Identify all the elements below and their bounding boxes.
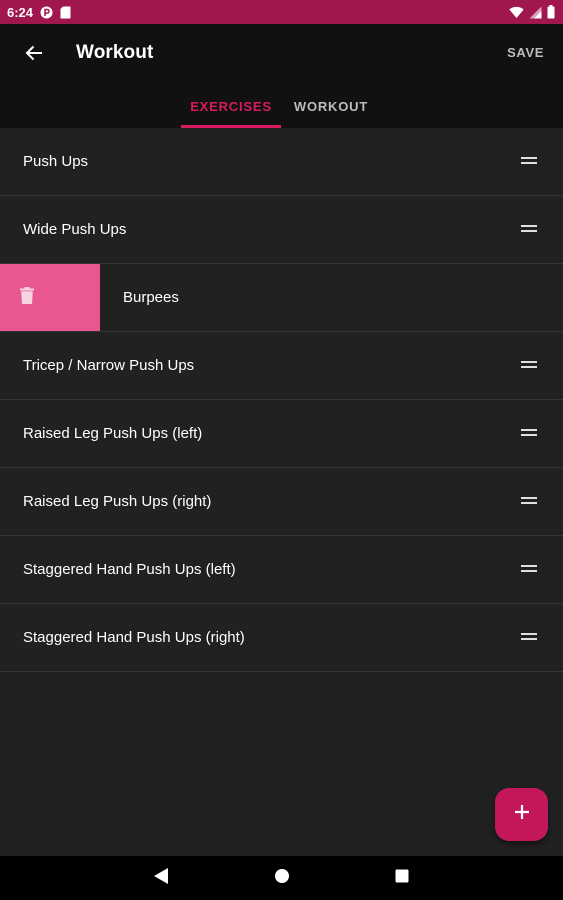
- p-app-icon: [40, 6, 53, 19]
- home-circle-icon: [274, 868, 290, 889]
- wifi-icon: [509, 6, 524, 19]
- add-exercise-button[interactable]: [495, 788, 548, 841]
- drag-handle-icon[interactable]: [521, 429, 537, 437]
- tab-workout[interactable]: WORKOUT: [283, 84, 379, 128]
- status-bar: 6:24: [0, 0, 563, 24]
- list-item-label: Wide Push Ups: [23, 221, 127, 238]
- list-item-label: Push Ups: [23, 153, 89, 170]
- drag-handle-icon[interactable]: [521, 157, 537, 165]
- plus-icon: [514, 804, 530, 825]
- delete-action[interactable]: [0, 264, 100, 331]
- nav-recents-button[interactable]: [390, 866, 414, 890]
- list-item[interactable]: Staggered Hand Push Ups (left): [0, 536, 563, 604]
- list-item-label: Staggered Hand Push Ups (right): [23, 629, 245, 646]
- list-item[interactable]: Raised Leg Push Ups (right): [0, 468, 563, 536]
- nav-home-button[interactable]: [270, 866, 294, 890]
- exercise-list: Push Ups Wide Push Ups Burpees Tricep / …: [0, 128, 563, 672]
- list-item[interactable]: Wide Push Ups: [0, 196, 563, 264]
- signal-icon: [529, 6, 542, 19]
- recents-square-icon: [395, 869, 409, 888]
- list-item-label: Raised Leg Push Ups (right): [23, 493, 212, 510]
- list-item[interactable]: Raised Leg Push Ups (left): [0, 400, 563, 468]
- sd-card-icon: [60, 6, 71, 19]
- list-item[interactable]: Tricep / Narrow Push Ups: [0, 332, 563, 400]
- drag-handle-icon[interactable]: [521, 565, 537, 573]
- drag-handle-icon[interactable]: [521, 361, 537, 369]
- drag-handle-icon[interactable]: [521, 497, 537, 505]
- app-bar: Workout SAVE EXERCISES WORKOUT: [0, 24, 563, 128]
- status-time: 6:24: [7, 4, 34, 20]
- nav-back-button[interactable]: [149, 866, 173, 890]
- list-item-label: Staggered Hand Push Ups (left): [23, 561, 236, 578]
- back-button[interactable]: [18, 39, 50, 71]
- list-item[interactable]: Staggered Hand Push Ups (right): [0, 604, 563, 672]
- list-item-label: Raised Leg Push Ups (left): [23, 425, 203, 442]
- page-title: Workout: [76, 42, 154, 63]
- save-button[interactable]: SAVE: [507, 45, 544, 60]
- list-item-label: Burpees: [123, 289, 179, 306]
- system-nav-bar: [0, 856, 563, 900]
- tab-bar: EXERCISES WORKOUT: [0, 84, 563, 128]
- drag-handle-icon[interactable]: [521, 225, 537, 233]
- list-item[interactable]: Push Ups: [0, 128, 563, 196]
- list-item-swiped[interactable]: Burpees: [0, 264, 563, 332]
- back-triangle-icon: [153, 867, 169, 890]
- tab-exercises[interactable]: EXERCISES: [181, 84, 281, 128]
- drag-handle-icon[interactable]: [521, 633, 537, 641]
- list-item-label: Tricep / Narrow Push Ups: [23, 357, 195, 374]
- battery-icon: [547, 5, 555, 19]
- arrow-left-icon: [25, 44, 43, 67]
- trash-icon: [20, 286, 34, 309]
